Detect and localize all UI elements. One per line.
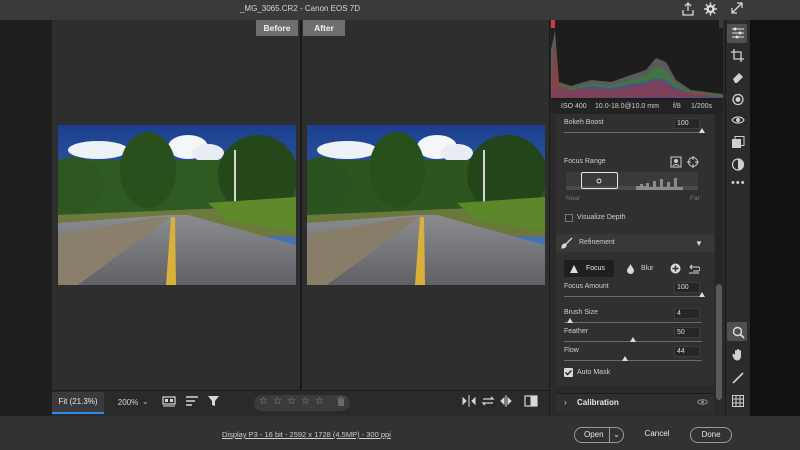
calibration-label: Calibration	[577, 398, 619, 407]
bokeh-boost-track[interactable]	[564, 132, 702, 133]
before-label: Before	[256, 20, 298, 36]
open-label: Open	[584, 430, 604, 439]
sampler-icon[interactable]	[731, 372, 745, 387]
share-icon[interactable]	[682, 2, 694, 19]
zoom-icon[interactable]	[731, 326, 745, 342]
grid-icon[interactable]	[731, 395, 745, 410]
expand-icon[interactable]	[731, 2, 743, 17]
file-info-link[interactable]: Display P3 - 16 bit - 2592 x 1728 (4.5MP…	[222, 430, 391, 439]
mask-icon[interactable]	[731, 93, 745, 109]
footer-bar	[0, 416, 800, 450]
delete-icon[interactable]	[336, 396, 346, 410]
brush-size-thumb[interactable]	[566, 318, 573, 323]
visualize-depth-label: Visualize Depth	[577, 214, 626, 221]
rating-star[interactable]: ☆	[259, 396, 268, 407]
far-label: Far	[690, 195, 700, 202]
after-label: After	[303, 20, 345, 36]
compare-divider[interactable]	[300, 20, 302, 390]
focus-amount-label: Focus Amount	[564, 283, 609, 290]
bokeh-boost-label: Bokeh Boost	[564, 119, 604, 126]
shutter-value: 1/200s	[691, 103, 713, 110]
focus-range-label: Focus Range	[564, 158, 606, 165]
zoom-dropdown-icon[interactable]: ⌄	[142, 397, 149, 406]
feather-thumb[interactable]	[630, 337, 636, 342]
brush-size-label: Brush Size	[564, 309, 598, 316]
focus-amount-value[interactable]: 100	[674, 282, 700, 293]
focus-amount-thumb[interactable]	[699, 292, 705, 297]
subject-focus-icon[interactable]	[670, 156, 682, 168]
crop-icon[interactable]	[731, 49, 745, 65]
histogram	[551, 20, 723, 100]
rating-star[interactable]: ☆	[273, 396, 282, 407]
open-dropdown-icon[interactable]: ⌄	[609, 428, 623, 442]
visualize-depth-checkbox[interactable]	[565, 214, 573, 222]
flow-track[interactable]	[564, 360, 702, 361]
window-title: _MG_3065.CR2 - Canon EOS 7D	[239, 4, 361, 13]
add-icon[interactable]	[670, 263, 681, 276]
lens-value: 10.0-18.0@10.0 mm	[595, 103, 659, 110]
bokeh-boost-value[interactable]: 100	[674, 118, 700, 129]
flow-value[interactable]: 44	[674, 346, 700, 357]
copy-settings-icon[interactable]	[481, 395, 495, 410]
zoom-fit-button[interactable]: Fit (21.3%)	[52, 392, 104, 414]
title-bar	[0, 0, 800, 20]
brush-icon	[561, 237, 573, 251]
point-focus-icon[interactable]	[687, 156, 699, 168]
sort-icon[interactable]	[185, 395, 199, 410]
blur-mode-icon[interactable]	[626, 263, 635, 276]
gear-icon[interactable]	[704, 2, 717, 19]
iso-value: ISO 400	[561, 103, 587, 110]
focus-range-selection[interactable]	[581, 172, 618, 189]
window-edge	[750, 20, 800, 416]
aperture-value: f/8	[673, 103, 681, 110]
flow-label: Flow	[564, 347, 579, 354]
focus-mode-icon	[569, 264, 579, 276]
done-button[interactable]: Done	[690, 427, 732, 443]
filmstrip-icon[interactable]	[162, 395, 176, 410]
rating-star[interactable]: ☆	[287, 396, 296, 407]
brush-size-value[interactable]: 4	[674, 308, 700, 319]
visibility-icon[interactable]	[696, 398, 709, 408]
redeye-icon[interactable]	[731, 115, 745, 128]
auto-mask-checkbox[interactable]	[564, 368, 573, 377]
filter-icon[interactable]	[207, 395, 220, 410]
swap-icon[interactable]	[462, 395, 476, 410]
presets-icon[interactable]	[731, 136, 745, 152]
focus-amount-track[interactable]	[564, 296, 702, 297]
hand-icon[interactable]	[731, 348, 745, 364]
scrollbar-thumb[interactable]	[716, 284, 722, 400]
bokeh-boost-thumb[interactable]	[699, 128, 705, 133]
edit-icon[interactable]	[731, 27, 745, 42]
eraser-icon[interactable]	[731, 71, 745, 86]
refinement-title: Refinement	[579, 239, 615, 246]
feather-value[interactable]: 50	[674, 327, 700, 338]
swap-sides-icon[interactable]	[499, 395, 513, 410]
feather-label: Feather	[564, 328, 589, 335]
more-icon[interactable]: •••	[731, 177, 745, 189]
chevron-right-icon[interactable]: ›	[564, 398, 567, 407]
cancel-button[interactable]: Cancel	[636, 427, 678, 443]
toggle-view-icon[interactable]	[524, 395, 538, 410]
camera-info-bar: ISO 400 10.0-18.0@10.0 mm f/8 1/200s	[551, 100, 723, 114]
brush-size-track[interactable]	[564, 322, 702, 323]
auto-mask-label: Auto Mask	[577, 369, 611, 376]
rating-star[interactable]: ☆	[301, 396, 310, 407]
focus-mode-label: Focus	[586, 265, 606, 272]
snapshots-icon[interactable]	[731, 158, 745, 174]
reset-icon[interactable]	[688, 263, 701, 276]
flow-thumb[interactable]	[621, 356, 628, 361]
collapse-icon[interactable]: ▼	[695, 239, 703, 248]
near-label: Near	[566, 195, 581, 202]
blur-mode-label[interactable]: Blur	[641, 265, 653, 272]
before-image	[58, 125, 296, 285]
rating-star[interactable]: ☆	[315, 396, 324, 407]
after-image	[307, 125, 545, 285]
